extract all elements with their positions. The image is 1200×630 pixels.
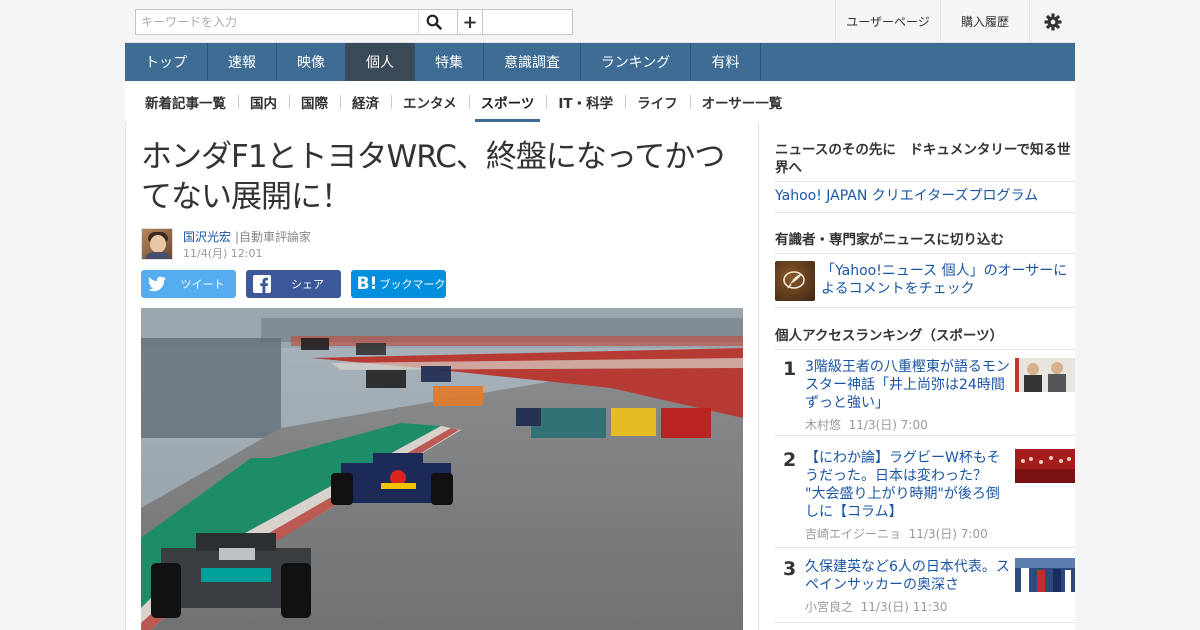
divider [775,547,1075,548]
category-it-science[interactable]: IT・科学 [546,81,625,122]
author-name-link[interactable]: 国沢光宏 [183,228,231,245]
nav-features[interactable]: 特集 [415,43,484,81]
expert-heading: 有識者・専門家がニュースに切り込む [775,232,1004,248]
ranking-title-link[interactable]: 久保建英など6人の日本代表。スペインサッカーの奥深さ [805,558,1010,594]
creators-program-link[interactable]: Yahoo! JAPAN クリエイターズプログラム [775,187,1038,205]
category-latest[interactable]: 新着記事一覧 [133,81,238,122]
ranking-meta: 小宮良之 11/3(日) 11:30 [805,598,947,615]
rank-number: 2 [783,449,797,471]
divider [775,435,1075,436]
ranking-item[interactable]: 1 3階級王者の八重樫東が語るモンスター神話「井上尚弥は24時間ずっと強い」 木… [775,358,1075,438]
rank-number: 1 [783,358,797,380]
sidebar: ニュースのその先に ドキュメンタリーで知る世界へ Yahoo! JAPAN クリ… [759,122,1075,630]
ranking-author: 小宮良之 [805,600,854,614]
ranking-title-link[interactable]: 【にわか論】ラグビーW杯もそうだった。日本は変わった？ "大会盛り上がり時期"が… [805,449,1010,521]
ranking-heading: 個人アクセスランキング（スポーツ） [775,328,1004,344]
ranking-date: 11/3(日) 7:00 [848,418,928,432]
divider [775,622,1075,623]
ranking-meta: 吉崎エイジーニョ 11/3(日) 7:00 [805,525,988,542]
nav-breaking[interactable]: 速報 [208,43,277,81]
category-economy[interactable]: 経済 [340,81,391,122]
author-role: |自動車評論家 [235,230,312,244]
search-icon [426,14,442,30]
ranking-item[interactable]: 3 久保建英など6人の日本代表。スペインサッカーの奥深さ 小宮良之 11/3(日… [775,558,1075,618]
ranking-thumbnail[interactable] [1015,558,1075,592]
top-utility-bar: + ユーザーページ 購入履歴 [125,0,1075,43]
article-date: 11/4(月) 12:01 [183,247,263,260]
ranking-author: 木村悠 [805,418,842,432]
nav-ranking[interactable]: ランキング [581,43,691,81]
purchase-history-link[interactable]: 購入履歴 [940,0,1029,43]
author-comments-link[interactable]: 「Yahoo!ニュース 個人」のオーサーによるコメントをチェック [821,262,1071,298]
facebook-share-button[interactable]: シェア [246,270,341,298]
divider [775,253,1075,254]
tweet-label: ツイート [180,278,225,291]
category-life[interactable]: ライフ [625,81,690,122]
nav-video[interactable]: 映像 [277,43,346,81]
hatena-bookmark-button[interactable]: B! ブックマーク [351,270,446,298]
ranking-thumbnail[interactable] [1015,449,1075,483]
settings-button[interactable] [1029,0,1075,43]
user-page-link[interactable]: ユーザーページ [835,0,940,43]
category-sports[interactable]: スポーツ [468,81,547,122]
divider [775,212,1075,213]
category-international[interactable]: 国際 [289,81,340,122]
ranking-title-link[interactable]: 3階級王者の八重樫東が語るモンスター神話「井上尚弥は24時間ずっと強い」 [805,358,1010,412]
author-avatar[interactable] [141,228,173,260]
facebook-share-label: シェア [291,278,324,291]
nav-paid[interactable]: 有料 [691,43,761,81]
gear-icon [1043,12,1062,31]
hatena-bookmark-label: ブックマーク [379,278,446,291]
nav-top[interactable]: トップ [125,43,208,81]
ranking-author: 吉崎エイジーニョ [805,527,902,541]
divider [775,307,1075,308]
ranking-meta: 木村悠 11/3(日) 7:00 [805,416,928,433]
rank-number: 3 [783,558,797,580]
comment-feather-icon [775,261,815,301]
nav-personal[interactable]: 個人 [346,43,415,81]
divider [775,181,1075,182]
ranking-date: 11/3(日) 7:00 [908,527,988,541]
main-nav: トップ 速報 映像 個人 特集 意識調査 ランキング 有料 [125,43,1075,81]
search-input[interactable] [136,10,418,34]
ranking-item[interactable]: 2 【にわか論】ラグビーW杯もそうだった。日本は変わった？ "大会盛り上がり時期… [775,449,1075,549]
article: ホンダF1とトヨタWRC、終盤になってかつてない展開に！ 国沢光宏 |自動車評論… [125,122,759,630]
nav-survey[interactable]: 意識調査 [484,43,581,81]
divider [775,349,1075,350]
tweet-button[interactable]: ツイート [141,270,236,298]
search-box [135,9,573,35]
article-title: ホンダF1とトヨタWRC、終盤になってかつてない展開に！ [141,139,725,215]
ranking-date: 11/3(日) 11:30 [860,600,948,614]
plus-icon: + [462,11,478,33]
search-button[interactable] [418,10,448,34]
category-authors[interactable]: オーサー一覧 [689,81,795,122]
category-nav: 新着記事一覧 国内 国際 経済 エンタメ スポーツ IT・科学 ライフ オーサー… [125,81,1075,122]
category-domestic[interactable]: 国内 [238,81,289,122]
ranking-thumbnail[interactable] [1015,358,1075,392]
add-button[interactable]: + [457,9,483,35]
category-entertainment[interactable]: エンタメ [391,81,469,122]
promo-heading: ニュースのその先に ドキュメンタリーで知る世界へ [775,142,1071,176]
article-hero-image [141,308,743,630]
